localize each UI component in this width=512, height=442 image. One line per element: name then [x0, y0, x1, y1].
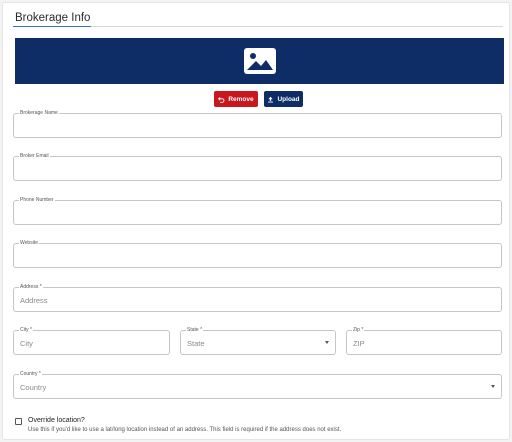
website-label: Website: [19, 240, 39, 247]
city-field[interactable]: City * City: [13, 327, 170, 355]
city-placeholder: City: [20, 339, 33, 348]
chevron-down-icon: [325, 340, 329, 344]
logo-banner[interactable]: [15, 38, 504, 84]
upload-icon: [268, 96, 274, 103]
address-placeholder: Address: [20, 296, 48, 305]
zip-field[interactable]: Zip * ZIP: [346, 327, 502, 355]
brokerage-name-field[interactable]: Brokerage Name: [13, 110, 502, 138]
city-label: City *: [19, 327, 33, 334]
override-location-help: Use this if you'd like to use a lat/long…: [28, 427, 342, 433]
address-label: Address *: [19, 284, 43, 291]
section-title-accent: [13, 26, 91, 27]
country-placeholder: Country: [20, 383, 47, 392]
phone-number-field[interactable]: Phone Number: [13, 197, 502, 225]
broker-email-field[interactable]: Broker Email: [13, 153, 502, 181]
image-placeholder-icon: [243, 48, 276, 74]
country-select[interactable]: Country * Country: [13, 371, 502, 399]
override-location-checkbox[interactable]: [15, 418, 22, 425]
brokerage-name-label: Brokerage Name: [19, 110, 59, 117]
section-title: Brokerage Info: [15, 12, 91, 24]
phone-number-label: Phone Number: [19, 197, 55, 204]
undo-icon: [218, 96, 225, 103]
override-location-label: Override location?: [28, 417, 85, 424]
zip-placeholder: ZIP: [353, 339, 365, 348]
state-label: State *: [186, 327, 204, 334]
brokerage-info-card: Brokerage Info Remove Upload Brokerage N…: [2, 2, 510, 440]
state-placeholder: State: [187, 339, 205, 348]
upload-button-label: Upload: [277, 95, 300, 103]
upload-button[interactable]: Upload: [264, 91, 303, 107]
broker-email-label: Broker Email: [19, 153, 50, 160]
remove-button-label: Remove: [228, 95, 254, 103]
state-select[interactable]: State * State: [180, 327, 336, 355]
remove-button[interactable]: Remove: [214, 91, 258, 107]
country-label: Country *: [19, 371, 42, 378]
zip-label: Zip *: [352, 327, 365, 334]
website-field[interactable]: Website: [13, 240, 502, 268]
address-field[interactable]: Address * Address: [13, 284, 502, 312]
chevron-down-icon: [491, 384, 495, 388]
